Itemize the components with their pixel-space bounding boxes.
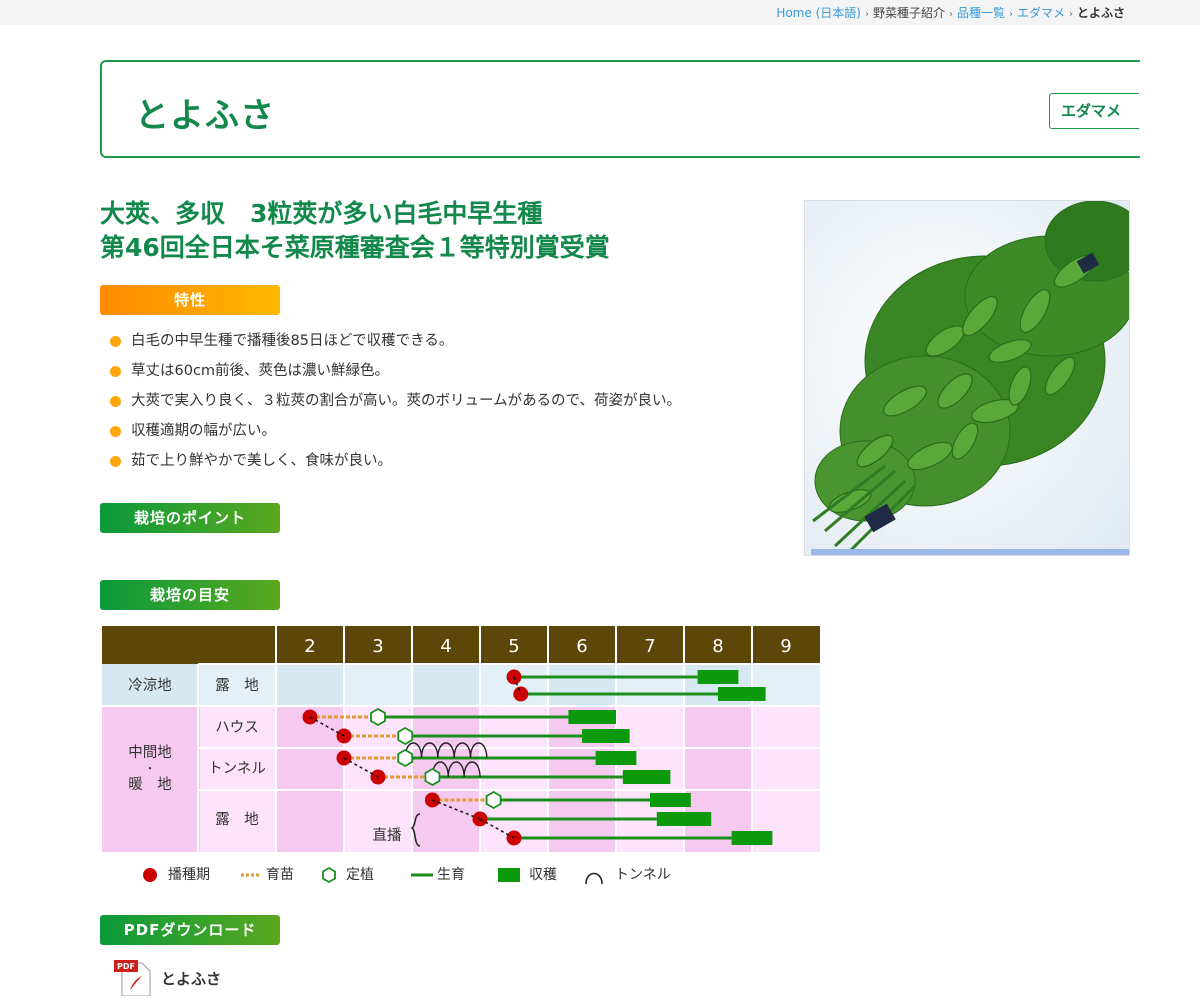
harvest-bar [595, 751, 637, 765]
harvest-bar [731, 831, 773, 845]
transplant-hexagon-icon [322, 866, 336, 884]
pdf-file-icon: PDF [114, 960, 151, 997]
month-tick-label: 3 [372, 636, 383, 657]
harvest-bar [650, 793, 691, 807]
warm-column-tint [548, 706, 616, 852]
transplant-marker [485, 790, 502, 810]
legend-sow: 播種期 [142, 864, 210, 886]
cool-column-tint [412, 664, 480, 706]
sow-dot-icon [143, 868, 157, 882]
direct-sowing-note: 直播 [373, 827, 402, 844]
breadcrumb-category-link[interactable]: エダマメ [1017, 6, 1065, 20]
breadcrumb-separator: › [1068, 9, 1073, 20]
harvest-bar [622, 770, 671, 784]
warm-column-tint [684, 706, 752, 852]
harvest-bar [697, 670, 739, 684]
feature-item: 草丈は60cm前後、莢色は濃い鮮緑色。 [110, 360, 681, 390]
features-heading: 特性 [100, 285, 280, 315]
region-label-warm-line2: ・ [145, 762, 156, 775]
nursery-dotted-line-icon [241, 873, 261, 877]
feature-item: 茹で上り鮮やかで美しく、食味が良い。 [110, 450, 681, 480]
title-panel: とよふさ エダマメ [100, 60, 1140, 158]
edamame-bunch-image [805, 201, 1129, 555]
growth-line-icon [411, 873, 433, 877]
method-label-open-warm: 露 地 [215, 811, 259, 828]
harvest-bar [568, 710, 616, 724]
legend-growth: 生育 [410, 864, 465, 886]
cultivation-points-heading[interactable]: 栽培のポイント [100, 503, 280, 533]
month-tick-label: 8 [712, 636, 723, 657]
category-button[interactable]: エダマメ [1049, 93, 1139, 129]
month-tick-label: 7 [644, 636, 655, 657]
transplant-marker [397, 748, 414, 768]
bullet-dot-icon [110, 426, 121, 437]
bullet-dot-icon [110, 336, 121, 347]
legend-harvest: 収穫 [498, 864, 557, 886]
month-tick-label: 4 [440, 636, 451, 657]
region-label-cool: 冷涼地 [128, 677, 172, 694]
headline-line-2: 第46回全日本そ菜原種審査会１等特別賞受賞 [100, 233, 610, 262]
legend-nursery: 育苗 [240, 864, 294, 886]
month-tick-label: 9 [780, 636, 791, 657]
region-label-warm-line1: 中間地 [128, 744, 172, 761]
breadcrumb-list-link[interactable]: 品種一覧 [957, 6, 1005, 20]
month-tick-label: 5 [508, 636, 519, 657]
region-label-warm-line3: 暖 地 [128, 776, 172, 793]
tunnel-arch-icon [585, 872, 603, 885]
month-tick-label: 6 [576, 636, 587, 657]
harvest-bar [718, 687, 766, 701]
cool-column-tint [276, 664, 344, 706]
bullet-dot-icon [110, 366, 121, 377]
warm-column-tint [412, 706, 480, 852]
cool-column-tint [548, 664, 616, 706]
bullet-dot-icon [110, 396, 121, 407]
pdf-download-heading: PDFダウンロード [100, 915, 280, 945]
harvest-bar [656, 812, 712, 826]
transplant-marker [424, 767, 441, 787]
method-label-open-cool: 露 地 [215, 677, 259, 694]
month-tick-label: 2 [304, 636, 315, 657]
pdf-download-link[interactable]: PDF とよふさ [114, 960, 221, 997]
breadcrumb-current: とよふさ [1076, 6, 1125, 20]
svg-text:PDF: PDF [117, 962, 135, 971]
schedule-chart-svg: 2 3 4 5 6 7 8 9冷涼地中間地・暖 地露 地ハウストンネル露 地直播 [102, 626, 820, 852]
method-label-house: ハウス [215, 719, 259, 736]
feature-item: 白毛の中早生種で播種後85日ほどで収穫できる。 [110, 330, 681, 360]
breadcrumb-intro: 野菜種子紹介 [872, 6, 945, 20]
top-bar: Home (日本語) › 野菜種子紹介 › 品種一覧 › エダマメ › とよふさ [0, 0, 1200, 25]
bullet-dot-icon [110, 456, 121, 467]
harvest-bar [582, 729, 630, 743]
breadcrumb: Home (日本語) › 野菜種子紹介 › 品種一覧 › エダマメ › とよふさ [776, 4, 1125, 21]
breadcrumb-separator: › [864, 9, 869, 20]
features-list: 白毛の中早生種で播種後85日ほどで収穫できる。 草丈は60cm前後、莢色は濃い鮮… [110, 330, 681, 480]
warm-column-tint [276, 706, 344, 852]
feature-item: 大莢で実入り良く、３粒莢の割合が高い。莢のボリュームがあるので、荷姿が良い。 [110, 390, 681, 420]
breadcrumb-separator: › [1008, 9, 1013, 20]
product-photo [804, 200, 1130, 556]
legend-transplant: 定植 [320, 864, 374, 886]
method-label-tunnel: トンネル [208, 760, 266, 777]
pdf-file-label[interactable]: とよふさ [161, 968, 221, 989]
photo-bottom-bar [811, 549, 1129, 555]
legend-tunnel: トンネル [582, 864, 671, 886]
feature-item: 収穫適期の幅が広い。 [110, 420, 681, 450]
headline-line-1: 大莢、多収 3粒莢が多い白毛中早生種 [100, 199, 543, 228]
cultivation-schedule-chart: 2 3 4 5 6 7 8 9 冷涼地 中間地・暖 地露 地ハウス トンネル露 地直播 [100, 626, 822, 856]
variety-headline: 大莢、多収 3粒莢が多い白毛中早生種 第46回全日本そ菜原種審査会１等特別賞受賞 [100, 197, 610, 265]
breadcrumb-home-link[interactable]: Home (日本語) [776, 6, 861, 20]
harvest-bar-icon [498, 868, 520, 882]
breadcrumb-separator: › [948, 9, 953, 20]
cultivation-guide-heading: 栽培の目安 [100, 580, 280, 610]
page-title: とよふさ [135, 96, 275, 136]
transplant-marker [370, 707, 386, 727]
transplant-marker [397, 726, 414, 746]
